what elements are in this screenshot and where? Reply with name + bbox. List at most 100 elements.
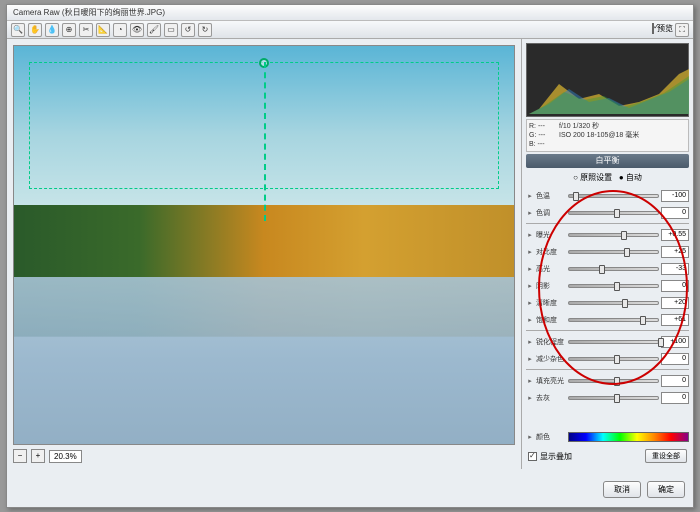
cancel-button[interactable]: 取消: [603, 481, 641, 498]
preview-checkbox[interactable]: [652, 23, 654, 34]
overlay-row: 显示叠加 重设全部: [526, 447, 689, 465]
straighten-icon[interactable]: 📐: [96, 23, 110, 37]
expand-icon[interactable]: ▸: [526, 248, 534, 256]
histogram[interactable]: [526, 43, 689, 117]
slider-value[interactable]: +0.55: [661, 229, 689, 241]
expand-icon[interactable]: ▸: [526, 316, 534, 324]
panel-header: 白平衡: [526, 154, 689, 168]
slider-thumb[interactable]: [614, 209, 620, 218]
slider-track[interactable]: [568, 396, 659, 400]
crop-tool-icon[interactable]: ✂: [79, 23, 93, 37]
slider-row: ▸阴影0: [526, 277, 689, 294]
slider-track[interactable]: [568, 340, 659, 344]
slider-thumb[interactable]: [621, 231, 627, 240]
expand-icon[interactable]: ▸: [526, 338, 534, 346]
slider-thumb[interactable]: [614, 377, 620, 386]
slider-thumb[interactable]: [614, 355, 620, 364]
expand-icon[interactable]: ▸: [526, 231, 534, 239]
slider-thumb[interactable]: [624, 248, 630, 257]
slider-thumb[interactable]: [573, 192, 579, 201]
slider-track[interactable]: [568, 357, 659, 361]
slider-thumb[interactable]: [614, 394, 620, 403]
zoom-value[interactable]: 20.3%: [49, 450, 82, 463]
slider-value[interactable]: 0: [661, 392, 689, 404]
rotate-cw-icon[interactable]: ↻: [198, 23, 212, 37]
slider-value[interactable]: +100: [661, 336, 689, 348]
slider-track[interactable]: [568, 233, 659, 237]
color-label: 颜色: [536, 432, 566, 442]
zoom-tool-icon[interactable]: 🔍: [11, 23, 25, 37]
expand-icon[interactable]: ▸: [526, 265, 534, 273]
expand-icon[interactable]: ▸: [526, 377, 534, 385]
expand-icon[interactable]: ▸: [526, 355, 534, 363]
slider-row: ▸色调0: [526, 204, 689, 221]
slider-thumb[interactable]: [599, 265, 605, 274]
slider-track[interactable]: [568, 250, 659, 254]
color-strip[interactable]: [568, 432, 689, 442]
expand-icon[interactable]: ▸: [526, 299, 534, 307]
slider-row: ▸锐化程度+100: [526, 333, 689, 350]
slider-row: ▸去灰 0: [526, 389, 689, 406]
expand-icon[interactable]: ▸: [526, 209, 534, 217]
slider-value[interactable]: -33: [661, 263, 689, 275]
slider-value[interactable]: +20: [661, 297, 689, 309]
radio-original[interactable]: 原照设置: [580, 173, 612, 182]
info-b: B: ---: [529, 140, 559, 149]
reset-all-button[interactable]: 重设全部: [645, 449, 687, 463]
slider-thumb[interactable]: [614, 282, 620, 291]
slider-value[interactable]: 0: [661, 353, 689, 365]
expand-icon[interactable]: ▸: [526, 394, 534, 402]
slider-track[interactable]: [568, 318, 659, 322]
hand-tool-icon[interactable]: ✋: [28, 23, 42, 37]
zoom-out-button[interactable]: −: [13, 449, 27, 463]
slider-track[interactable]: [568, 301, 659, 305]
eyedropper-icon[interactable]: 💧: [45, 23, 59, 37]
slider-value[interactable]: +25: [661, 246, 689, 258]
expand-icon[interactable]: ▸: [526, 192, 534, 200]
brush-icon[interactable]: 🖌: [147, 23, 161, 37]
slider-row: ▸高光 -33: [526, 260, 689, 277]
camera-raw-window: Camera Raw (秋日暖阳下的绚丽世界.JPG) 🔍 ✋ 💧 ⊕ ✂ 📐 …: [6, 4, 694, 508]
slider-label: 高光: [536, 264, 566, 274]
divider: [526, 369, 689, 370]
slider-row: ▸填充亮光0: [526, 372, 689, 389]
radio-auto[interactable]: 自动: [626, 173, 642, 182]
slider-value[interactable]: 0: [661, 280, 689, 292]
slider-thumb[interactable]: [622, 299, 628, 308]
slider-track[interactable]: [568, 194, 659, 198]
image-preview[interactable]: [13, 45, 515, 445]
show-overlay-label: 显示叠加: [540, 451, 572, 462]
wb-mode-row: ○ 原照设置 ● 自动: [526, 170, 689, 185]
expand-icon[interactable]: ▸: [526, 433, 534, 441]
straighten-line[interactable]: [264, 62, 266, 221]
slider-label: 减少杂色: [536, 354, 566, 364]
slider-row: ▸色温-100: [526, 187, 689, 204]
spot-icon[interactable]: ◔: [113, 23, 127, 37]
slider-thumb[interactable]: [640, 316, 646, 325]
gradient-icon[interactable]: ▭: [164, 23, 178, 37]
slider-track[interactable]: [568, 211, 659, 215]
target-icon[interactable]: ⊕: [62, 23, 76, 37]
rotate-ccw-icon[interactable]: ↺: [181, 23, 195, 37]
slider-track[interactable]: [568, 284, 659, 288]
slider-track[interactable]: [568, 267, 659, 271]
redeye-icon[interactable]: 👁: [130, 23, 144, 37]
slider-value[interactable]: 0: [661, 207, 689, 219]
sliders-container: ▸色温-100▸色调0▸曝光+0.55▸对比度+25▸高光-33▸阴影0▸清晰度…: [526, 187, 689, 426]
ok-button[interactable]: 确定: [647, 481, 685, 498]
main-area: − + 20.3% R: --- G: --- B: ---: [7, 39, 693, 469]
slider-value[interactable]: 0: [661, 375, 689, 387]
slider-track[interactable]: [568, 379, 659, 383]
slider-label: 饱和度: [536, 315, 566, 325]
zoom-in-button[interactable]: +: [31, 449, 45, 463]
preview-checkbox-label[interactable]: 预览: [652, 23, 673, 37]
slider-value[interactable]: +61: [661, 314, 689, 326]
show-overlay-checkbox[interactable]: [528, 452, 537, 461]
info-iso: ISO 200 18-105@18 毫米: [559, 131, 639, 140]
slider-label: 去灰: [536, 393, 566, 403]
info-g: G: ---: [529, 131, 559, 140]
fullscreen-icon[interactable]: ⛶: [675, 23, 689, 37]
slider-value[interactable]: -100: [661, 190, 689, 202]
slider-thumb[interactable]: [658, 338, 664, 347]
expand-icon[interactable]: ▸: [526, 282, 534, 290]
